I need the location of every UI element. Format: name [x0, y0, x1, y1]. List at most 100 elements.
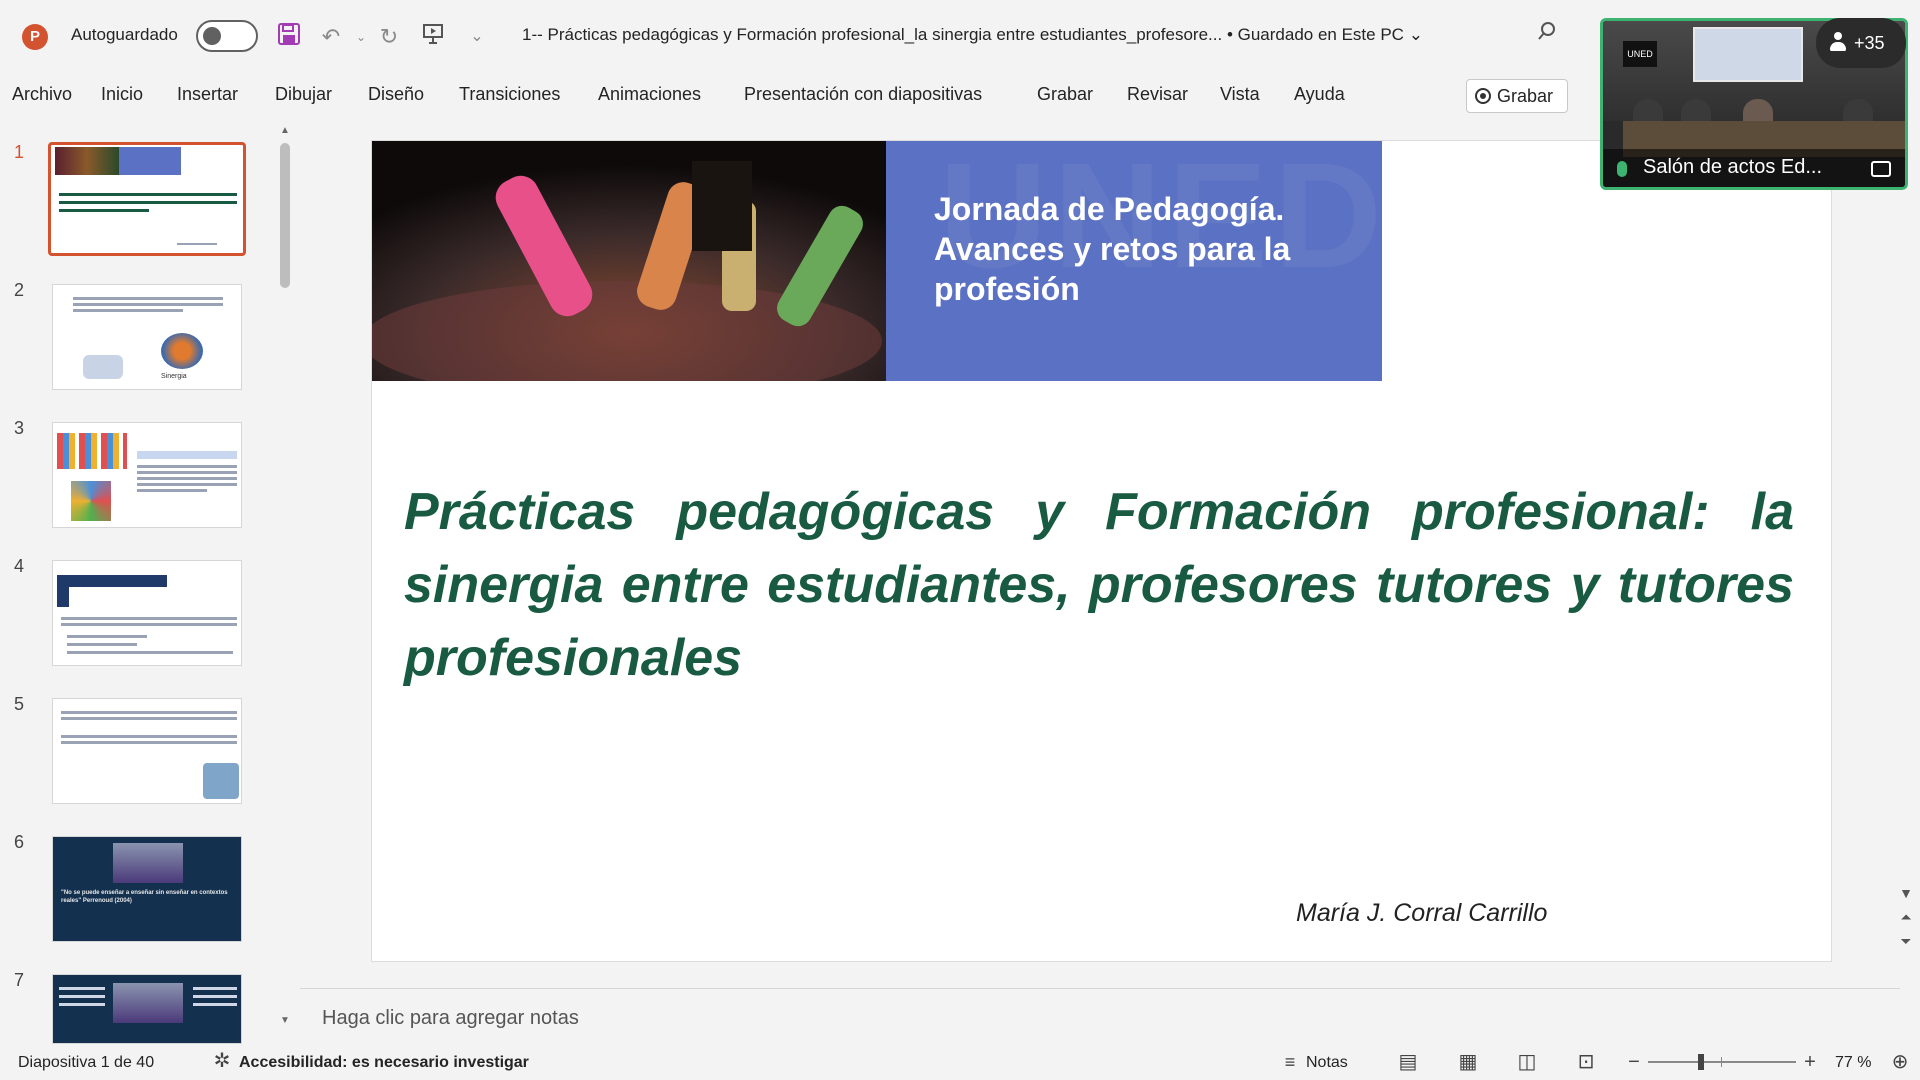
undo-dropdown-icon[interactable]: ⌄ — [346, 22, 376, 52]
thumb-number: 6 — [14, 832, 25, 852]
thumb-banner-blue — [119, 147, 181, 175]
save-status: • Guardado en Este PC — [1226, 25, 1404, 44]
thumb-image — [83, 355, 123, 379]
search-glyph — [1538, 22, 1555, 40]
thumb-quote: "No se puede enseñar a enseñar sin enseñ… — [61, 890, 228, 904]
chalk-illustration — [372, 141, 886, 381]
save-icon[interactable] — [274, 22, 304, 52]
fit-to-window-icon[interactable]: ⊕ — [1886, 1050, 1914, 1074]
undo-icon[interactable]: ↶ — [316, 22, 346, 52]
thumb-image — [203, 763, 239, 799]
thumb-image — [57, 433, 127, 469]
person-icon — [1830, 32, 1846, 52]
slide-thumbnail-3[interactable] — [52, 422, 242, 528]
reading-view-icon[interactable]: ◫ — [1513, 1050, 1541, 1074]
thumb-number: 4 — [14, 556, 25, 576]
tab-inicio[interactable]: Inicio — [101, 84, 143, 105]
tab-presentacion[interactable]: Presentación con diapositivas — [744, 84, 982, 105]
zoom-slider[interactable] — [1648, 1061, 1796, 1063]
tab-diseno[interactable]: Diseño — [368, 84, 424, 105]
ribbon-tabs: Archivo Inicio Insertar Dibujar Diseño T… — [0, 72, 1600, 118]
slide-thumbnail-7[interactable] — [52, 974, 242, 1044]
tab-dibujar[interactable]: Dibujar — [275, 84, 332, 105]
presentation-glyph — [423, 24, 443, 44]
zoom-in-icon[interactable]: + — [1796, 1050, 1824, 1074]
slide-title[interactable]: Prácticas pedagógicas y Formación profes… — [404, 476, 1794, 695]
event-title: Jornada de Pedagogía. Avances y retos pa… — [934, 191, 1291, 307]
search-icon[interactable] — [1532, 20, 1562, 50]
thumb-number: 2 — [14, 280, 25, 300]
popout-icon[interactable] — [1871, 161, 1891, 177]
normal-view-icon[interactable]: ▤ — [1394, 1050, 1422, 1074]
video-projection-screen — [1693, 27, 1803, 82]
uned-logo: UNED — [1623, 41, 1657, 67]
slide-thumbnail-4[interactable] — [52, 560, 242, 666]
thumb-image — [161, 333, 203, 369]
thumb-number: 5 — [14, 694, 25, 714]
scroll-down-icon[interactable]: ▼ — [1896, 885, 1916, 909]
thumb-header — [137, 451, 237, 459]
zoom-slider-tick — [1721, 1057, 1722, 1067]
thumb-image — [113, 983, 183, 1023]
tab-revisar[interactable]: Revisar — [1127, 84, 1188, 105]
tab-archivo[interactable]: Archivo — [12, 84, 72, 105]
slide-thumbnails-pane: 1 2 Sinergia 3 4 5 6 "No se puede enseña… — [0, 118, 300, 1044]
thumb-banner-photo — [55, 147, 119, 175]
powerpoint-icon: P — [22, 24, 48, 50]
thumbnails-scrollbar[interactable]: ▲ ▼ — [279, 125, 291, 1030]
notes-icon[interactable]: ≡ — [1276, 1050, 1304, 1074]
notes-placeholder: Haga clic para agregar notas — [322, 1007, 579, 1029]
slide-thumbnail-2[interactable]: Sinergia — [52, 284, 242, 390]
status-bar: Diapositiva 1 de 40 ✲ Accesibilidad: es … — [0, 1044, 1920, 1080]
thumb-caption: Sinergia — [161, 373, 187, 380]
zoom-out-icon[interactable]: − — [1620, 1050, 1648, 1074]
next-slide-icon[interactable]: ⏷ — [1896, 933, 1916, 957]
thumb-arrow — [57, 587, 69, 607]
slide-counter: Diapositiva 1 de 40 — [18, 1054, 155, 1071]
notes-pane[interactable]: Haga clic para agregar notas — [300, 988, 1900, 1044]
customize-qat-icon[interactable]: ⌄ — [462, 22, 492, 52]
zoom-slider-thumb[interactable] — [1698, 1054, 1704, 1070]
slide-scroll-controls: ▼ ⏶ ⏷ — [1896, 885, 1916, 957]
thumb-header — [57, 575, 167, 587]
slide-thumbnail-6[interactable]: "No se puede enseñar a enseñar sin enseñ… — [52, 836, 242, 942]
toggle-knob — [203, 27, 221, 45]
microphone-icon — [1617, 161, 1627, 177]
tab-animaciones[interactable]: Animaciones — [598, 84, 701, 105]
zoom-level[interactable]: 77 % — [1835, 1054, 1871, 1072]
slideshow-view-icon[interactable]: ⊡ — [1572, 1050, 1600, 1074]
document-title[interactable]: 1-- Prácticas pedagógicas y Formación pr… — [522, 25, 1423, 45]
slide-author[interactable]: María J. Corral Carrillo — [1296, 899, 1547, 928]
banner-chalk-image — [372, 141, 886, 381]
scrollbar-thumb[interactable] — [280, 143, 290, 288]
tab-insertar[interactable]: Insertar — [177, 84, 238, 105]
thumb-number: 1 — [14, 142, 25, 162]
participants-count: +35 — [1854, 33, 1885, 53]
document-title-text: 1-- Prácticas pedagógicas y Formación pr… — [522, 25, 1223, 44]
autosave-label: Autoguardado — [71, 25, 178, 44]
video-caption: Salón de actos Ed... — [1643, 156, 1823, 178]
slide-thumbnail-1[interactable] — [48, 142, 246, 256]
thumb-image — [113, 843, 183, 883]
redo-icon[interactable]: ↻ — [374, 22, 404, 52]
thumb-image — [71, 481, 111, 521]
record-icon — [1475, 88, 1491, 104]
autosave-toggle[interactable] — [196, 20, 258, 52]
slide-thumbnail-5[interactable] — [52, 698, 242, 804]
participants-badge[interactable]: +35 — [1816, 18, 1906, 68]
current-slide[interactable]: UNED Jornada de Pedagogía. Avances y ret… — [371, 140, 1832, 962]
notes-toggle[interactable]: Notas — [1306, 1054, 1348, 1072]
previous-slide-icon[interactable]: ⏶ — [1896, 909, 1916, 933]
start-presentation-icon[interactable] — [418, 22, 448, 52]
accessibility-status[interactable]: Accesibilidad: es necesario investigar — [239, 1054, 529, 1072]
chevron-down-icon: ⌄ — [1408, 25, 1423, 44]
tab-vista[interactable]: Vista — [1220, 84, 1260, 105]
slide-sorter-icon[interactable]: ▦ — [1454, 1050, 1482, 1074]
scroll-up-icon[interactable]: ▲ — [279, 125, 291, 136]
tab-grabar[interactable]: Grabar — [1037, 84, 1093, 105]
record-button[interactable]: Grabar — [1466, 79, 1568, 113]
tab-ayuda[interactable]: Ayuda — [1294, 84, 1345, 105]
scroll-down-icon[interactable]: ▼ — [279, 1015, 291, 1026]
tab-transiciones[interactable]: Transiciones — [459, 84, 560, 105]
accessibility-icon[interactable]: ✲ — [208, 1049, 236, 1073]
